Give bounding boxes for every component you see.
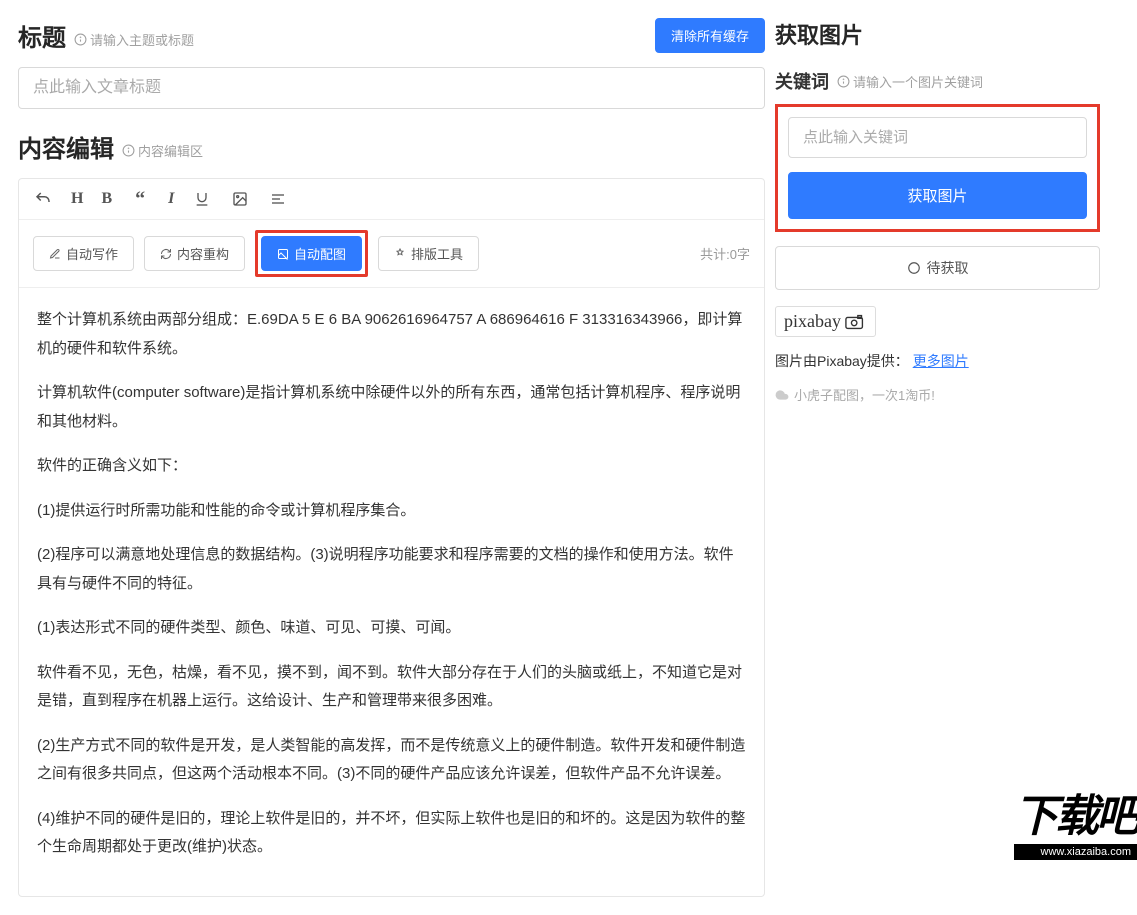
auto-image-button[interactable]: 自动配图 [261, 236, 362, 271]
content-edit-label: 内容编辑 [18, 129, 114, 164]
italic-icon[interactable]: I [168, 190, 174, 208]
info-icon [74, 33, 87, 46]
quote-icon[interactable]: “ [130, 189, 150, 209]
article-title-input[interactable] [18, 67, 765, 109]
undo-icon[interactable] [33, 189, 53, 209]
content-header: 内容编辑 内容编辑区 [18, 129, 765, 164]
heading-icon[interactable]: H [71, 190, 83, 208]
camera-icon [845, 314, 867, 330]
content-paragraph: 软件的正确含义如下： [37, 452, 746, 481]
title-label: 标题 [18, 18, 66, 53]
content-paragraph: (1)表达形式不同的硬件类型、颜色、味道、可见、可摸、可闻。 [37, 614, 746, 643]
title-header: 标题 请输入主题或标题 清除所有缓存 [18, 18, 765, 53]
word-count: 共计:0字 [700, 244, 750, 263]
keyword-hint: 请输入一个图片关键词 [837, 72, 983, 91]
main-panel: 标题 请输入主题或标题 清除所有缓存 内容编辑 内容编辑区 [0, 0, 770, 915]
title-hint: 请输入主题或标题 [74, 30, 194, 49]
editor-content[interactable]: 整个计算机系统由两部分组成：E.69DA 5 E 6 BA 9062616964… [19, 288, 764, 896]
bold-icon[interactable]: B [101, 190, 112, 208]
content-paragraph: (1)提供运行时所需功能和性能的命令或计算机程序集合。 [37, 497, 746, 526]
format-toolbar: H B “ I [19, 179, 764, 220]
footer-note: 小虎子配图，一次1淘币! [775, 385, 1100, 404]
get-image-title: 获取图片 [775, 18, 1100, 50]
content-hint: 内容编辑区 [122, 141, 203, 160]
content-paragraph: 软件看不见，无色，枯燥，看不见，摸不到，闻不到。软件大部分存在于人们的头脑或纸上… [37, 659, 746, 716]
editor-box: H B “ I 自动写作 [18, 178, 765, 897]
sidebar-panel: 获取图片 关键词 请输入一个图片关键词 获取图片 待获取 pixabay 图片由… [770, 0, 1115, 915]
keyword-input[interactable] [788, 117, 1087, 158]
get-image-button[interactable]: 获取图片 [788, 172, 1087, 219]
content-paragraph: (2)程序可以满意地处理信息的数据结构。(3)说明程序功能要求和程序需要的文档的… [37, 541, 746, 598]
keyword-label: 关键词 [775, 68, 829, 94]
cloud-icon [775, 388, 789, 402]
pixabay-badge: pixabay [775, 306, 876, 337]
layout-tool-button[interactable]: 排版工具 [378, 236, 479, 271]
clear-cache-button[interactable]: 清除所有缓存 [655, 18, 765, 53]
action-toolbar: 自动写作 内容重构 自动配图 排版工具 共计:0字 [19, 220, 764, 288]
image-icon[interactable] [230, 189, 250, 209]
underline-icon[interactable] [192, 189, 212, 209]
info-icon [837, 75, 850, 88]
more-images-link[interactable]: 更多图片 [913, 353, 969, 369]
info-icon [122, 144, 135, 157]
circle-icon [907, 261, 921, 275]
content-paragraph: (4)维护不同的硬件是旧的，理论上软件是旧的，并不坏，但实际上软件也是旧的和坏的… [37, 805, 746, 862]
pending-button[interactable]: 待获取 [775, 246, 1100, 290]
content-restructure-button[interactable]: 内容重构 [144, 236, 245, 271]
align-left-icon[interactable] [268, 189, 288, 209]
content-paragraph: 计算机软件(computer software)是指计算机系统中除硬件以外的所有… [37, 379, 746, 436]
provider-text: 图片由Pixabay提供： 更多图片 [775, 351, 1100, 371]
content-paragraph: 整个计算机系统由两部分组成：E.69DA 5 E 6 BA 9062616964… [37, 306, 746, 363]
content-paragraph: (2)生产方式不同的软件是开发，是人类智能的高发挥，而不是传统意义上的硬件制造。… [37, 732, 746, 789]
keyword-highlight-box: 获取图片 [775, 104, 1100, 232]
auto-write-button[interactable]: 自动写作 [33, 236, 134, 271]
